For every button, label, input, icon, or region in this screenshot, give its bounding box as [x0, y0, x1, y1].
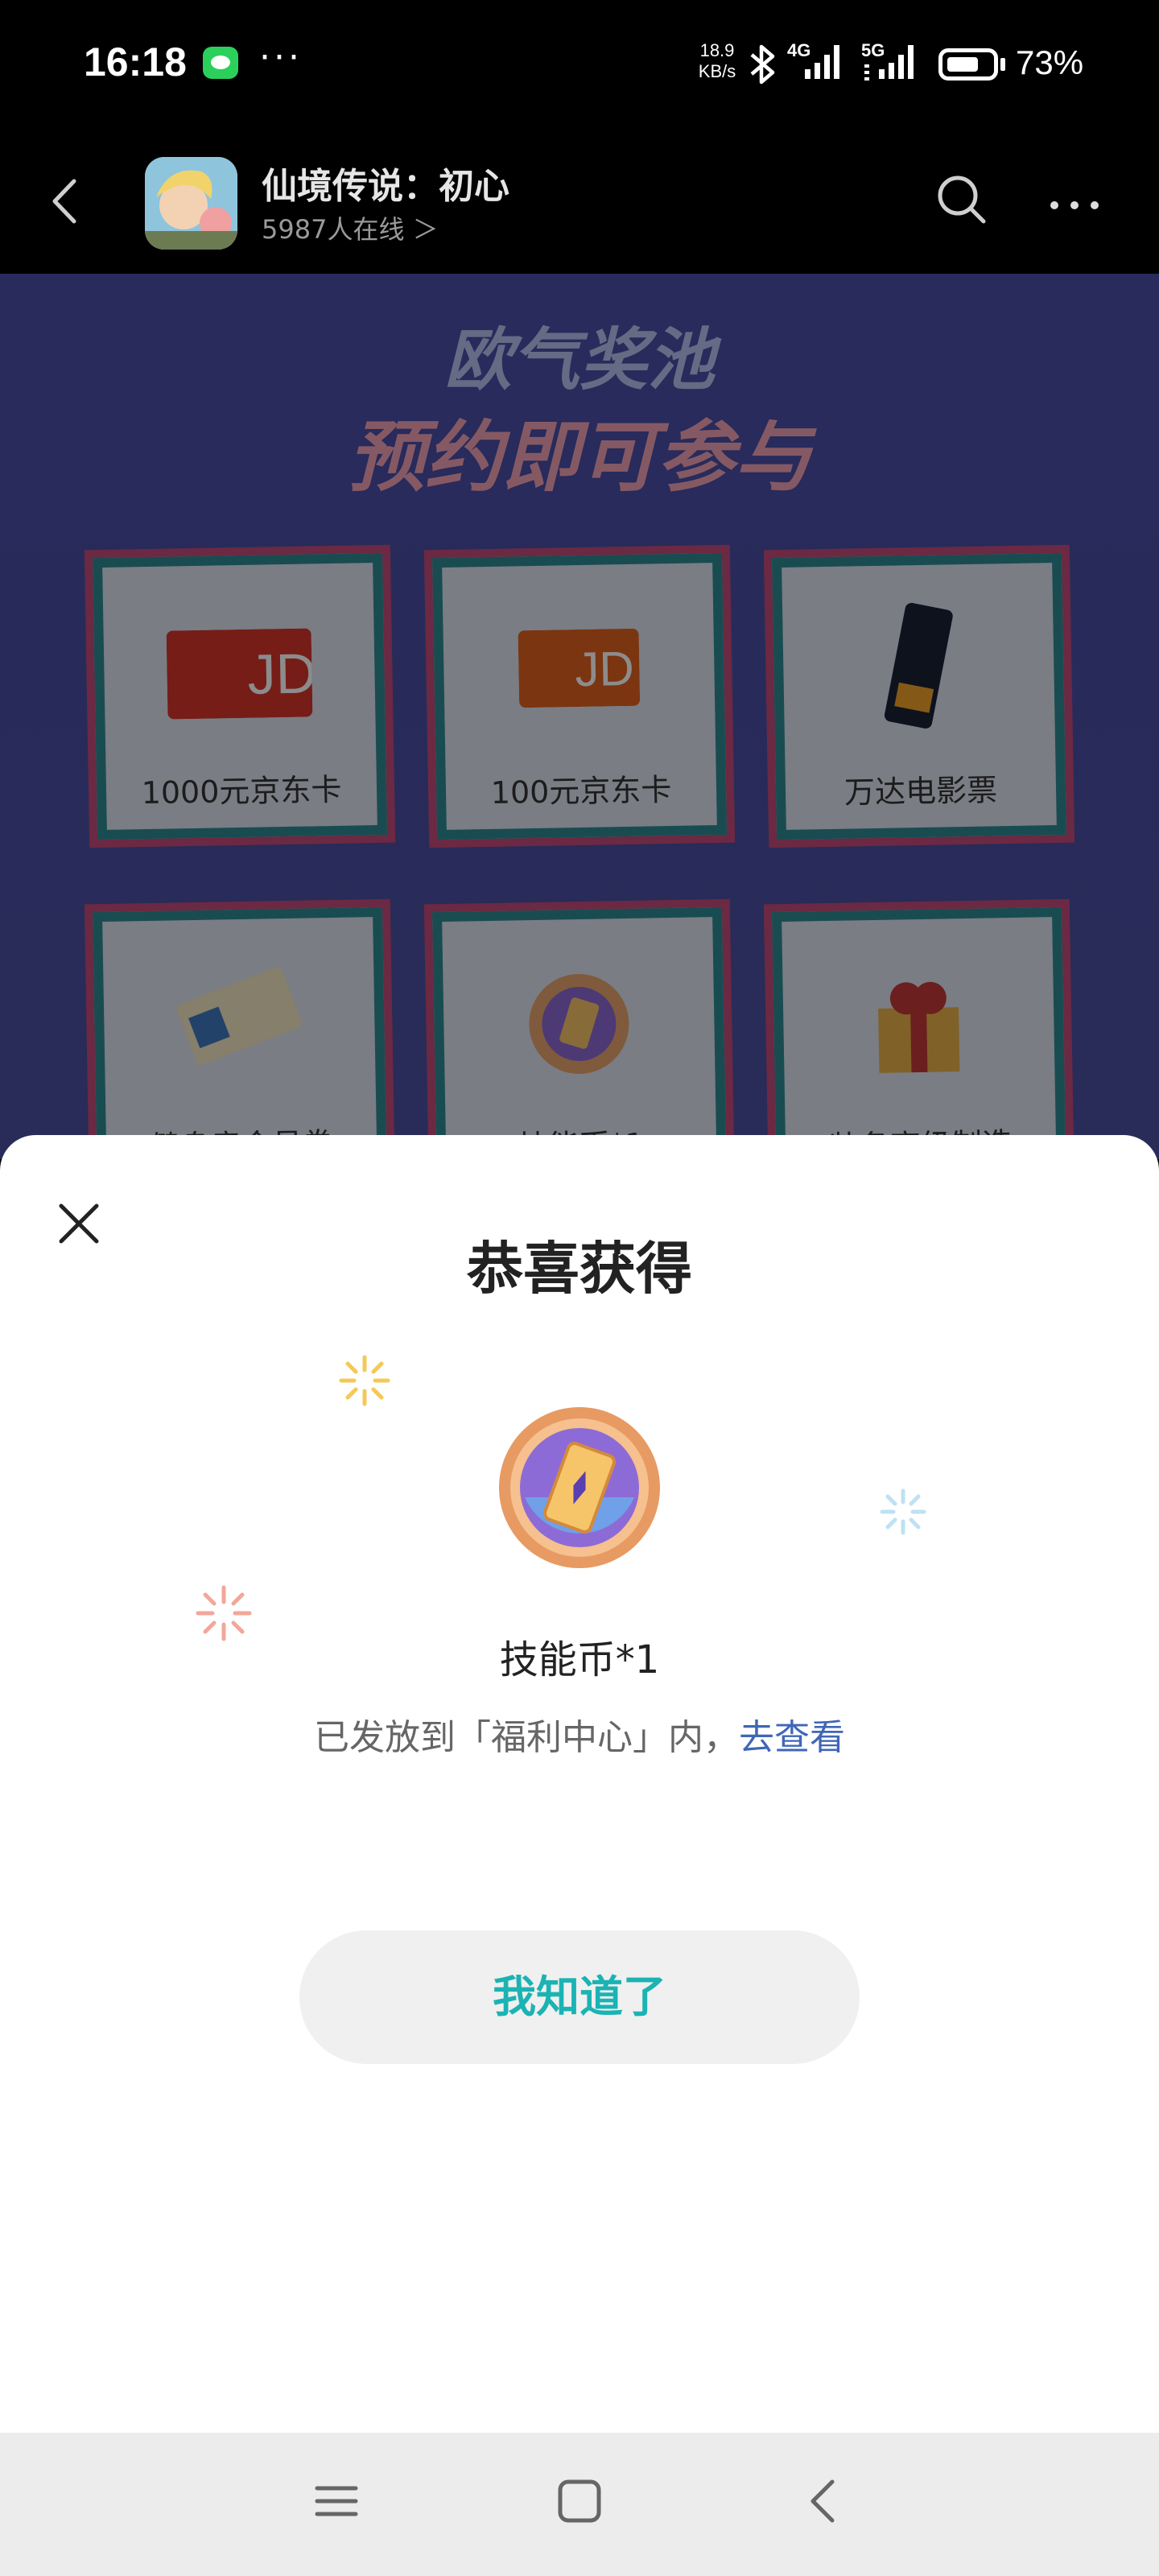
- battery-icon: [938, 48, 998, 80]
- status-bar: 16:18 ··· 18.9 KB/s 4G 5G 73%: [0, 0, 1159, 133]
- sparkle-icon: [339, 1355, 390, 1406]
- reward-description: 已发放到「福利中心」内，去查看: [0, 1708, 1159, 1760]
- app-title: 仙境传说：初心: [262, 166, 509, 207]
- app-bar: 仙境传说：初心 5987人在线 ＞: [0, 133, 1159, 274]
- sparkle-icon: [880, 1488, 926, 1535]
- recent-apps-icon[interactable]: [312, 2477, 361, 2525]
- reward-dialog: 恭喜获得 技能币*1 已发放到「福利中心」内，去查看 我知道了: [0, 1135, 1159, 2433]
- modal-backdrop[interactable]: [0, 274, 1159, 1159]
- network-speed-unit: KB/s: [698, 61, 736, 81]
- network-speed: 18.9 KB/s: [691, 40, 744, 82]
- network-speed-value: 18.9: [699, 40, 735, 60]
- back-nav-icon[interactable]: [800, 2477, 848, 2525]
- battery-level-fill: [947, 57, 978, 72]
- wechat-notification-icon: [203, 47, 238, 79]
- battery-cap: [1000, 58, 1005, 71]
- search-icon[interactable]: [934, 171, 992, 229]
- more-menu-icon[interactable]: [1046, 197, 1103, 213]
- status-time: 16:18: [84, 39, 187, 85]
- more-notifications-icon: ···: [259, 37, 303, 78]
- got-it-button[interactable]: 我知道了: [299, 1930, 860, 2064]
- dialog-title: 恭喜获得: [467, 1236, 692, 1302]
- home-icon[interactable]: [555, 2477, 604, 2525]
- bluetooth-icon: [750, 44, 775, 85]
- battery-percent: 73%: [1016, 43, 1084, 81]
- back-arrow-icon[interactable]: [42, 173, 90, 229]
- signal-bars-icon: [864, 45, 914, 80]
- online-count-link[interactable]: 5987人在线 ＞: [262, 209, 439, 246]
- reward-description-text: 已发放到「福利中心」内，: [314, 1717, 739, 1758]
- game-avatar[interactable]: [145, 157, 237, 250]
- view-link[interactable]: 去查看: [739, 1717, 845, 1758]
- signal-bars-icon: [805, 45, 839, 79]
- game-avatar-image: [145, 157, 237, 250]
- system-nav-bar: [0, 2433, 1159, 2576]
- skill-coin-icon: [499, 1407, 660, 1568]
- reward-name: 技能币*1: [499, 1637, 660, 1682]
